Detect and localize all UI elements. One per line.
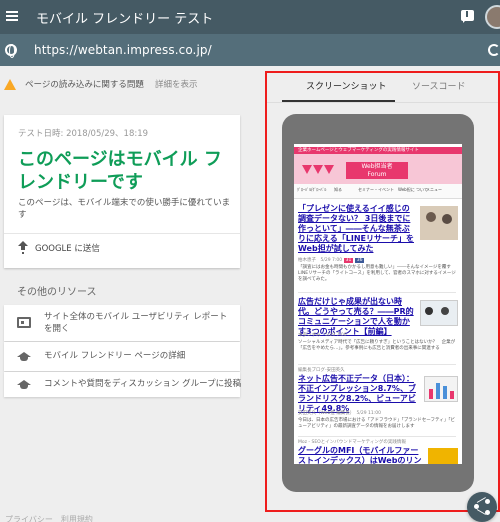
article-meta: 柏木恵子 5/29 7:00 31 36 <box>298 258 365 263</box>
resources-heading: その他のリソース <box>17 287 97 298</box>
divider <box>298 292 456 293</box>
result-title: このページはモバイル フレンドリーです <box>18 149 222 193</box>
article-item: Moz - SEOとインバウンドマーケティングの実践情報 グーグルのMFI（モバ… <box>298 439 424 464</box>
resource-item-label: サイト全体のモバイル ユーザビリティ レポートを開く <box>44 312 228 334</box>
article-title: 「プレゼンに使えるイイ感じの調査データない？ 3日後までに作っといて」――そんな… <box>298 204 414 253</box>
test-date: テスト日時: 2018/05/29、18:19 <box>18 129 149 139</box>
article-category: Moz - SEOとインバウンドマーケティングの実践情報 <box>298 440 406 445</box>
nav-item: メニュー <box>426 187 442 192</box>
article-thumbnail <box>424 376 458 402</box>
article-thumbnail <box>428 448 458 464</box>
resource-item-label: コメントや質問をディスカッション グループに投稿 <box>44 379 242 389</box>
site-header: Web担当者 Forum <box>294 154 462 184</box>
tab-screenshot[interactable]: スクリーンショット <box>306 79 387 92</box>
share-button[interactable] <box>467 492 497 522</box>
result-description: このページは、モバイル端末での使い勝手に優れています <box>18 198 231 220</box>
article-body: ソーシャルメディア時代で「広告に頼りすぎ」ということはないか？ 企業が「広告をや… <box>298 340 456 351</box>
nav-item: ｸﾞﾛｰﾊﾞﾙ/ｸﾞﾛｰﾊﾞﾙ <box>297 187 327 192</box>
result-card: テスト日時: 2018/05/29、18:19 このページはモバイル フレンドリ… <box>4 115 240 268</box>
badge: 31 <box>343 258 354 263</box>
footer-links[interactable]: プライバシー 利用規約 <box>5 514 93 522</box>
resource-item-discussion-group[interactable]: コメントや質問をディスカッション グループに投稿 <box>4 372 242 397</box>
article-thumbnail <box>420 206 458 240</box>
article-category: 編集長ブログ-安田英久 <box>298 368 345 373</box>
divider <box>298 364 456 365</box>
site-logo-icon <box>302 159 342 179</box>
warning-icon <box>4 79 16 90</box>
globe-icon <box>5 44 17 58</box>
site-logo: Web担当者 Forum <box>346 162 408 179</box>
nav-item: 知る <box>334 187 342 192</box>
url-bar: https://webtan.impress.co.jp/ <box>0 34 500 66</box>
site-tagline: 企業ホームページとウェブマーケティングの実践情報サイト <box>294 147 462 154</box>
show-details-link[interactable]: 詳細を表示 <box>155 78 198 90</box>
article-body: 「調査にはお金も時間もかかるし用意も難しい」――そんなイメージを覆すLINEリサ… <box>298 265 456 282</box>
app-bar: モバイル フレンドリー テスト <box>0 0 500 34</box>
school-cap-icon <box>17 352 31 362</box>
badge: 36 <box>354 258 365 263</box>
menu-icon[interactable] <box>6 11 18 21</box>
page-screenshot[interactable]: 企業ホームページとウェブマーケティングの実践情報サイト Web担当者 Forum… <box>294 144 462 464</box>
article-title: グーグルのMFI（モバイルファーストインデックス）はWebのリンク構造に激変を <box>298 446 422 464</box>
divider <box>298 436 456 437</box>
article-item: 柏木恵子 5/29 7:00 31 36 「調査にはお金も時間もかかるし用意も難… <box>298 255 456 283</box>
article-item: 編集長ブログ-安田英久 ネット広告不正データ（日本）：不正インプレッション8.7… <box>298 367 420 414</box>
site-nav: ｸﾞﾛｰﾊﾞﾙ/ｸﾞﾛｰﾊﾞﾙ 知る セミナー・イベント Web担に ついて メ… <box>294 184 462 199</box>
logo-text: Web担当者 <box>361 163 393 170</box>
article-meta: 本多いずみ 5/29 7:00 <box>298 333 347 338</box>
feedback-icon[interactable] <box>461 10 474 23</box>
school-cap-icon <box>17 380 31 390</box>
article-item: 「プレゼンに使えるイイ感じの調査データない？ 3日後までに作っといて」――そんな… <box>298 204 414 254</box>
divider <box>4 233 240 234</box>
nav-item: Web担に ついて <box>398 187 428 192</box>
article-item: 本多いずみ 5/29 7:00 ソーシャルメディア時代で「広告に頼りすぎ」という… <box>298 330 456 352</box>
warning-text: ページの読み込みに関する問題 <box>25 80 144 90</box>
app-title: モバイル フレンドリー テスト <box>36 12 214 27</box>
resource-item-usability-report[interactable]: サイト全体のモバイル ユーザビリティ レポートを開く <box>4 305 240 341</box>
article-body: 今日は、日本の広告市場における「アドフラウド」「ブランドセーフティ」「ビューアビ… <box>298 418 455 429</box>
resource-item-mobile-friendly-details[interactable]: モバイル フレンドリー ページの詳細 <box>4 342 240 371</box>
logo-text: Forum <box>367 171 387 178</box>
resource-item-label: モバイル フレンドリー ページの詳細 <box>44 351 186 361</box>
browser-window-icon <box>17 317 31 328</box>
article-item: 安田英久（Web担 編集長） 5/29 11:00 今日は、日本の広告市場におけ… <box>298 408 456 430</box>
upload-icon <box>18 241 28 253</box>
tabs-divider <box>267 102 498 103</box>
send-to-google-button[interactable]: GOOGLE に送信 <box>35 242 100 254</box>
avatar[interactable] <box>485 5 500 29</box>
article-meta: 安田英久（Web担 編集長） 5/29 11:00 <box>298 411 381 416</box>
nav-item: セミナー・イベント <box>358 187 394 192</box>
page-load-warning: ページの読み込みに関する問題 詳細を表示 <box>0 74 262 94</box>
refresh-icon[interactable] <box>488 44 500 56</box>
url-input[interactable]: https://webtan.impress.co.jp/ <box>34 43 212 57</box>
article-thumbnail <box>420 300 458 326</box>
tab-source-code[interactable]: ソースコード <box>412 79 466 92</box>
